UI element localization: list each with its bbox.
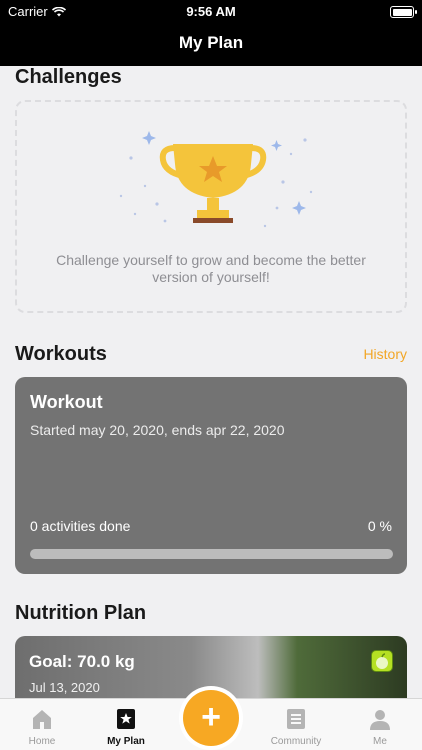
nav-title: My Plan	[0, 24, 422, 66]
main-content[interactable]: Challenges Challenge yourself to grow an…	[0, 66, 422, 698]
workout-title: Workout	[30, 392, 103, 412]
community-icon	[287, 709, 305, 729]
nutrition-goal: Goal: 70.0 kg	[29, 652, 135, 671]
workout-card[interactable]: Workout Started may 20, 2020, ends apr 2…	[15, 377, 407, 574]
workouts-title: Workouts	[15, 343, 107, 365]
history-link[interactable]: History	[363, 346, 407, 362]
tab-my-plan-label: My Plan	[107, 736, 145, 747]
activities-count: 0 activities done	[30, 518, 131, 534]
tab-community[interactable]: Community	[254, 699, 338, 750]
tab-home[interactable]: Home	[0, 699, 84, 750]
tab-me-label: Me	[373, 736, 387, 747]
tab-my-plan[interactable]: My Plan	[84, 699, 168, 750]
trophy-icon	[119, 131, 313, 228]
tab-community-label: Community	[270, 736, 322, 747]
workout-dates: Started may 20, 2020, ends apr 22, 2020	[30, 422, 285, 438]
clock: 9:56 AM	[186, 4, 236, 19]
apple-icon	[371, 650, 393, 672]
nutrition-title: Nutrition Plan	[15, 602, 147, 624]
tab-me[interactable]: Me	[338, 699, 422, 750]
star-icon	[117, 709, 135, 729]
person-icon	[370, 710, 390, 730]
add-plus-icon: +	[183, 690, 239, 746]
challenges-empty-card[interactable]: Challenge yourself to grow and become th…	[15, 100, 407, 313]
status-bar: Carrier 9:56 AM	[0, 0, 422, 24]
home-icon	[33, 710, 51, 729]
workout-progress-bar	[30, 549, 393, 559]
add-button[interactable]: +	[179, 686, 243, 750]
tab-home-label: Home	[28, 736, 56, 747]
challenges-empty-text: Challenge yourself to grow and become th…	[56, 252, 366, 285]
progress-percent: 0 %	[367, 518, 392, 534]
battery-icon	[390, 6, 417, 18]
nutrition-date: Jul 13, 2020	[29, 680, 100, 695]
challenges-title: Challenges	[15, 66, 122, 88]
